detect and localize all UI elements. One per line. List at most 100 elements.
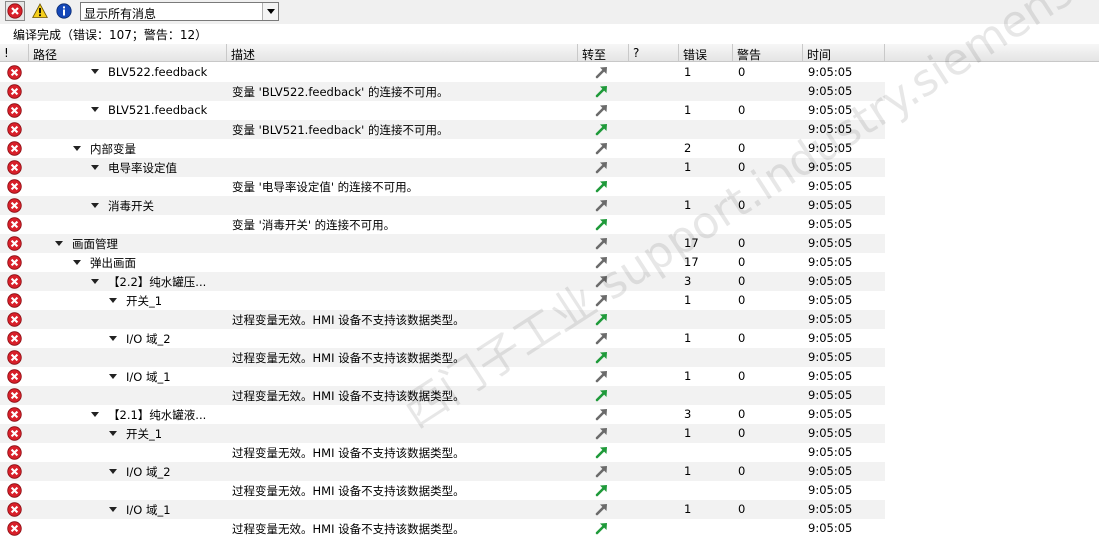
table-row[interactable]: 变量 'BLV522.feedback' 的连接不可用。 9:05:05 — [0, 82, 1099, 101]
row-filler — [885, 424, 1099, 443]
table-row[interactable]: 变量 '电导率设定值' 的连接不可用。 9:05:05 — [0, 177, 1099, 196]
column-header-bang[interactable]: ! — [0, 44, 29, 62]
goto-arrow-icon[interactable] — [595, 179, 609, 193]
error-filter-button[interactable] — [5, 1, 25, 21]
error-count: 1 — [684, 160, 692, 174]
tree-node[interactable]: I/O 域_2 — [109, 331, 171, 347]
table-row[interactable]: I/O 域_1 1 0 9:05:05 — [0, 500, 1099, 519]
goto-arrow-icon[interactable] — [595, 369, 609, 383]
goto-arrow-icon[interactable] — [595, 407, 609, 421]
table-row[interactable]: 弹出画面 17 0 9:05:05 — [0, 253, 1099, 272]
tree-node[interactable]: 电导率设定值 — [91, 160, 177, 176]
goto-arrow-icon[interactable] — [595, 502, 609, 516]
expand-triangle-icon[interactable] — [91, 412, 99, 417]
tree-node[interactable]: 开关_1 — [109, 293, 162, 309]
table-row[interactable]: 过程变量无效。HMI 设备不支持该数据类型。 9:05:05 — [0, 443, 1099, 462]
expand-triangle-icon[interactable] — [73, 260, 81, 265]
column-header-path[interactable]: 路径 — [29, 44, 227, 62]
table-row[interactable]: I/O 域_2 1 0 9:05:05 — [0, 329, 1099, 348]
tree-node[interactable]: BLV522.feedback — [91, 65, 207, 79]
goto-arrow-icon[interactable] — [595, 274, 609, 288]
tree-node[interactable]: BLV521.feedback — [91, 103, 207, 117]
table-row[interactable]: I/O 域_1 1 0 9:05:05 — [0, 367, 1099, 386]
goto-arrow-icon[interactable] — [595, 84, 609, 98]
expand-triangle-icon[interactable] — [73, 146, 81, 151]
column-header-errors[interactable]: 错误 — [679, 44, 733, 62]
expand-triangle-icon[interactable] — [91, 107, 99, 112]
message-time: 9:05:05 — [808, 122, 853, 136]
table-row[interactable]: 【2.2】纯水罐压... 3 0 9:05:05 — [0, 272, 1099, 291]
warning-filter-button[interactable] — [30, 1, 50, 21]
message-filter-select[interactable]: 显示所有消息 — [80, 2, 279, 21]
table-row[interactable]: 消毒开关 1 0 9:05:05 — [0, 196, 1099, 215]
goto-arrow-icon[interactable] — [595, 255, 609, 269]
goto-arrow-icon[interactable] — [595, 331, 609, 345]
goto-arrow-icon[interactable] — [595, 198, 609, 212]
tree-node[interactable]: I/O 域_1 — [109, 369, 171, 385]
expand-triangle-icon[interactable] — [91, 279, 99, 284]
table-row[interactable]: 开关_1 1 0 9:05:05 — [0, 424, 1099, 443]
tree-node[interactable]: 画面管理 — [55, 236, 118, 252]
tree-node[interactable]: 【2.1】纯水罐液... — [91, 407, 206, 423]
tree-node[interactable]: 【2.2】纯水罐压... — [91, 274, 206, 290]
goto-arrow-icon[interactable] — [595, 141, 609, 155]
table-row[interactable]: 过程变量无效。HMI 设备不支持该数据类型。 9:05:05 — [0, 348, 1099, 367]
expand-triangle-icon[interactable] — [109, 469, 117, 474]
goto-arrow-icon[interactable] — [595, 464, 609, 478]
chevron-down-icon[interactable] — [262, 3, 278, 20]
tree-node[interactable]: 开关_1 — [109, 426, 162, 442]
goto-arrow-icon[interactable] — [595, 521, 609, 535]
expand-triangle-icon[interactable] — [109, 298, 117, 303]
expand-triangle-icon[interactable] — [109, 374, 117, 379]
table-row[interactable]: 变量 '消毒开关' 的连接不可用。 9:05:05 — [0, 215, 1099, 234]
goto-arrow-icon[interactable] — [595, 312, 609, 326]
goto-arrow-icon[interactable] — [595, 217, 609, 231]
column-header-time[interactable]: 时间 — [803, 44, 885, 62]
table-row[interactable]: BLV521.feedback 1 0 9:05:05 — [0, 101, 1099, 120]
tree-node[interactable]: I/O 域_1 — [109, 502, 171, 518]
tree-node[interactable]: 弹出画面 — [73, 255, 136, 271]
expand-triangle-icon[interactable] — [55, 241, 63, 246]
expand-triangle-icon[interactable] — [109, 431, 117, 436]
table-row[interactable]: 【2.1】纯水罐液... 3 0 9:05:05 — [0, 405, 1099, 424]
error-icon — [7, 103, 22, 118]
goto-arrow-icon[interactable] — [595, 65, 609, 79]
goto-arrow-icon[interactable] — [595, 293, 609, 307]
tree-node[interactable]: 内部变量 — [73, 141, 136, 157]
table-row[interactable]: 变量 'BLV521.feedback' 的连接不可用。 9:05:05 — [0, 120, 1099, 139]
table-row[interactable]: 开关_1 1 0 9:05:05 — [0, 291, 1099, 310]
error-count: 1 — [684, 331, 692, 345]
column-header-question[interactable]: ? — [629, 44, 679, 62]
tree-node[interactable]: I/O 域_2 — [109, 464, 171, 480]
column-header-warnings[interactable]: 警告 — [733, 44, 803, 62]
expand-triangle-icon[interactable] — [109, 336, 117, 341]
goto-arrow-icon[interactable] — [595, 445, 609, 459]
table-row[interactable]: 过程变量无效。HMI 设备不支持该数据类型。 9:05:05 — [0, 310, 1099, 329]
table-row[interactable]: BLV522.feedback 1 0 9:05:05 — [0, 63, 1099, 82]
message-time: 9:05:05 — [808, 179, 853, 193]
tree-node[interactable]: 消毒开关 — [91, 198, 154, 214]
table-row[interactable]: 电导率设定值 1 0 9:05:05 — [0, 158, 1099, 177]
table-row[interactable]: 过程变量无效。HMI 设备不支持该数据类型。 9:05:05 — [0, 386, 1099, 405]
goto-arrow-icon[interactable] — [595, 160, 609, 174]
table-row[interactable]: 内部变量 2 0 9:05:05 — [0, 139, 1099, 158]
goto-arrow-icon[interactable] — [595, 388, 609, 402]
table-row[interactable]: 过程变量无效。HMI 设备不支持该数据类型。 9:05:05 — [0, 519, 1099, 538]
column-header-goto[interactable]: 转至 — [578, 44, 629, 62]
goto-arrow-icon[interactable] — [595, 426, 609, 440]
goto-arrow-icon[interactable] — [595, 122, 609, 136]
expand-triangle-icon[interactable] — [109, 507, 117, 512]
expand-triangle-icon[interactable] — [91, 165, 99, 170]
goto-arrow-icon[interactable] — [595, 483, 609, 497]
info-filter-button[interactable] — [54, 1, 74, 21]
goto-arrow-icon[interactable] — [595, 350, 609, 364]
table-row[interactable]: 画面管理 17 0 9:05:05 — [0, 234, 1099, 253]
table-row[interactable]: 过程变量无效。HMI 设备不支持该数据类型。 9:05:05 — [0, 481, 1099, 500]
tree-node-label: 开关_1 — [126, 294, 163, 308]
expand-triangle-icon[interactable] — [91, 69, 99, 74]
expand-triangle-icon[interactable] — [91, 203, 99, 208]
goto-arrow-icon[interactable] — [595, 103, 609, 117]
table-row[interactable]: I/O 域_2 1 0 9:05:05 — [0, 462, 1099, 481]
goto-arrow-icon[interactable] — [595, 236, 609, 250]
column-header-description[interactable]: 描述 — [227, 44, 578, 62]
